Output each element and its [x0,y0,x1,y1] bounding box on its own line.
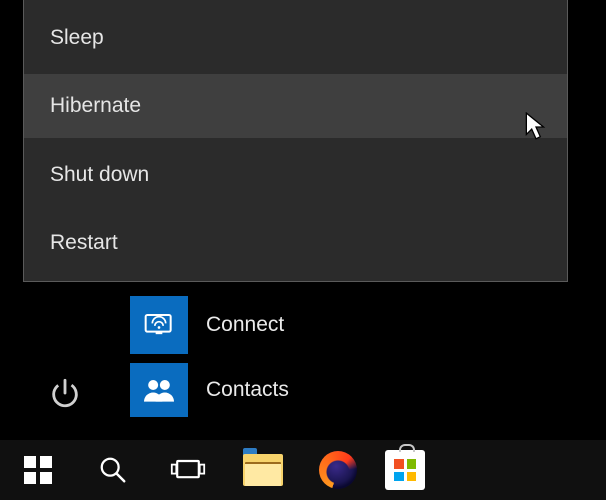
start-app-list: Connect Contacts [130,293,570,443]
taskbar-taskview-button[interactable] [150,440,225,500]
power-menu-shutdown[interactable]: Shut down [24,143,567,207]
search-icon [98,455,128,485]
connect-tile-icon [130,296,188,354]
power-menu-sleep[interactable]: Sleep [24,6,567,70]
power-menu-restart[interactable]: Restart [24,211,567,275]
contacts-tile-icon [130,363,188,417]
taskbar [0,440,606,500]
start-app-label: Connect [206,313,284,337]
start-button[interactable] [0,440,75,500]
file-explorer-icon [243,454,283,486]
power-menu: Sleep Hibernate Shut down Restart [23,0,568,282]
power-menu-item-label: Restart [50,231,118,255]
start-sidebar [0,283,130,440]
taskbar-microsoft-store[interactable] [375,440,425,500]
taskbar-search-button[interactable] [75,440,150,500]
power-menu-item-label: Shut down [50,163,149,187]
start-app-connect[interactable]: Connect [130,293,570,357]
power-menu-item-label: Hibernate [50,94,141,118]
task-view-icon [170,455,206,485]
start-app-label: Contacts [206,378,289,402]
microsoft-store-icon [385,450,425,490]
taskbar-firefox[interactable] [300,440,375,500]
start-app-contacts[interactable]: Contacts [130,363,570,417]
power-button[interactable] [48,376,82,410]
power-menu-hibernate[interactable]: Hibernate [24,74,567,138]
power-menu-item-label: Sleep [50,26,104,50]
firefox-icon [319,451,357,489]
windows-logo-icon [22,454,54,486]
taskbar-file-explorer[interactable] [225,440,300,500]
desktop-area: Sleep Hibernate Shut down Restart [0,0,606,500]
